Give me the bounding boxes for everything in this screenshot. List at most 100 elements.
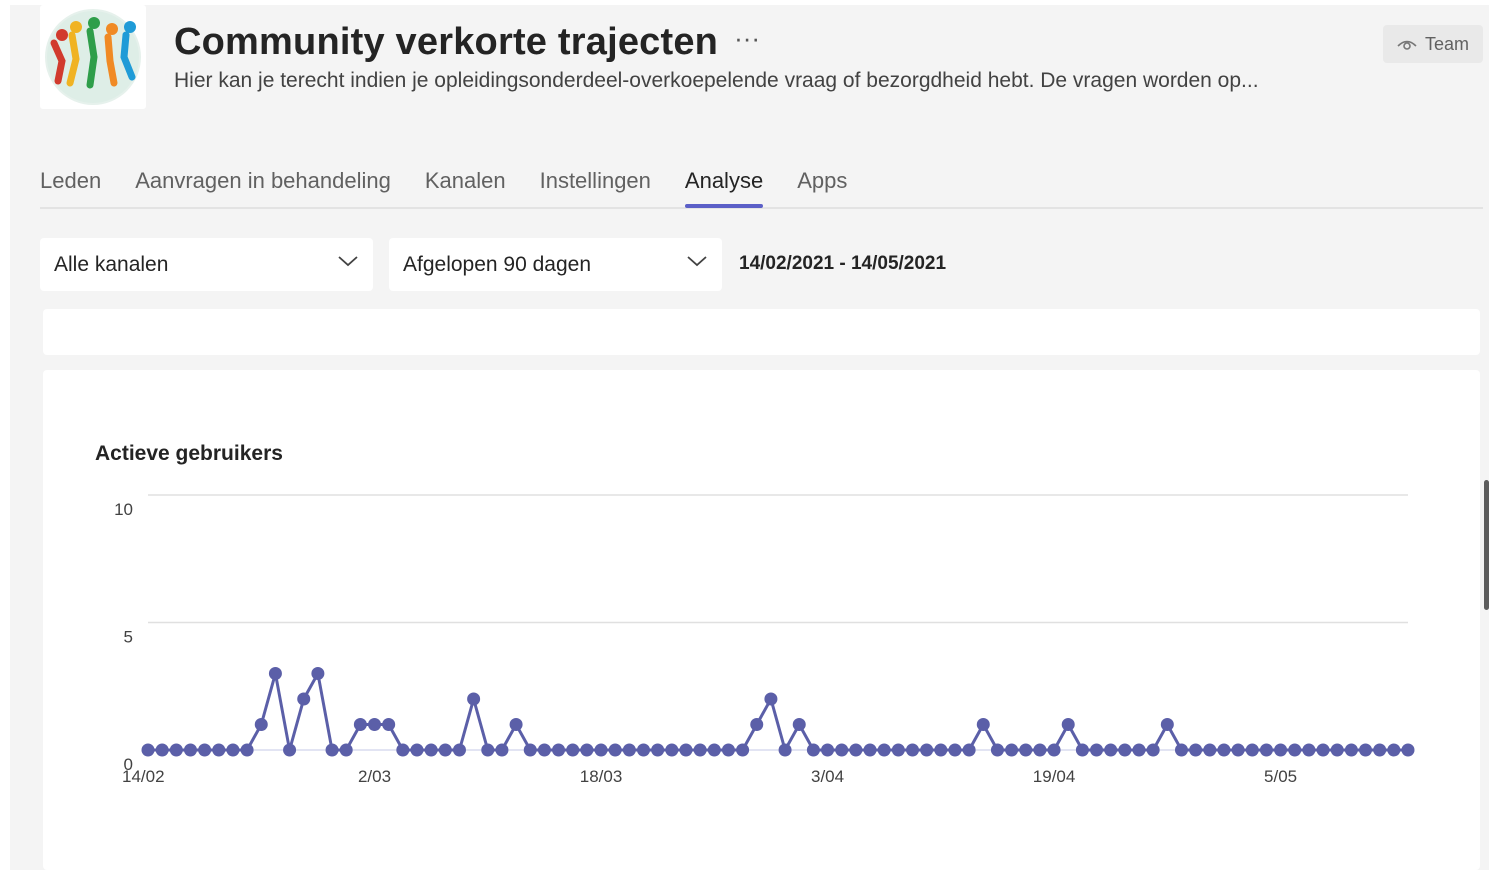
data-point bbox=[976, 718, 990, 731]
data-point bbox=[368, 718, 382, 731]
data-point bbox=[1259, 743, 1273, 757]
team-description: Hier kan je terecht indien je opleidings… bbox=[174, 69, 1259, 92]
data-point bbox=[835, 743, 849, 757]
data-point bbox=[339, 743, 353, 757]
data-point bbox=[1288, 743, 1302, 757]
data-point bbox=[905, 743, 919, 757]
data-point bbox=[212, 743, 226, 757]
data-point bbox=[750, 718, 764, 731]
data-point bbox=[1047, 743, 1061, 757]
tab-instellingen[interactable]: Instellingen bbox=[540, 163, 651, 207]
x-tick-label: 5/05 bbox=[1264, 767, 1297, 786]
data-point bbox=[821, 743, 835, 757]
data-point bbox=[226, 743, 240, 757]
data-point bbox=[254, 718, 268, 731]
channel-dropdown[interactable]: Alle kanalen bbox=[40, 238, 373, 291]
data-point bbox=[863, 743, 877, 757]
data-point bbox=[1203, 743, 1217, 757]
data-point bbox=[622, 743, 636, 757]
data-point bbox=[1075, 743, 1089, 757]
data-point bbox=[1019, 743, 1033, 757]
data-point bbox=[566, 743, 580, 757]
data-point bbox=[736, 743, 750, 757]
tab-aanvragen[interactable]: Aanvragen in behandeling bbox=[135, 163, 391, 207]
data-point bbox=[410, 743, 424, 757]
team-logo bbox=[40, 5, 146, 109]
team-badge-label: Team bbox=[1424, 33, 1469, 54]
data-point bbox=[495, 743, 509, 757]
data-point bbox=[1104, 743, 1118, 757]
data-point bbox=[990, 743, 1004, 757]
data-point bbox=[240, 743, 254, 757]
team-logo-image bbox=[45, 9, 141, 105]
more-options-icon[interactable]: ··· bbox=[734, 23, 760, 54]
data-point bbox=[1005, 743, 1019, 757]
data-point bbox=[509, 718, 523, 731]
tab-analyse[interactable]: Analyse bbox=[684, 163, 764, 208]
data-point bbox=[637, 743, 651, 757]
tab-kanalen[interactable]: Kanalen bbox=[425, 163, 506, 207]
data-point bbox=[608, 743, 622, 757]
data-point bbox=[1302, 743, 1316, 757]
data-point bbox=[1344, 743, 1358, 757]
data-point bbox=[877, 743, 891, 757]
chevron-down-icon bbox=[687, 256, 707, 267]
data-point bbox=[141, 743, 155, 757]
data-point bbox=[552, 743, 566, 757]
team-title: Community verkorte trajecten bbox=[174, 21, 719, 63]
data-point bbox=[962, 743, 976, 757]
data-point bbox=[198, 743, 212, 757]
data-point bbox=[452, 743, 466, 757]
data-point bbox=[311, 667, 325, 680]
data-point bbox=[169, 743, 183, 757]
data-point bbox=[1245, 743, 1259, 757]
x-tick-label: 3/04 bbox=[811, 767, 844, 786]
data-point bbox=[1174, 743, 1188, 757]
active-users-card: Actieve gebruikers 0 5 10 14/02 2/03 18/03 3/0… bbox=[43, 370, 1480, 870]
data-point bbox=[481, 743, 495, 757]
data-point bbox=[1231, 743, 1245, 757]
data-point bbox=[1160, 718, 1174, 731]
data-point bbox=[707, 743, 721, 757]
series-line bbox=[148, 672, 1408, 752]
data-point bbox=[1274, 743, 1288, 757]
page-scrollbar[interactable] bbox=[1484, 480, 1489, 610]
data-point bbox=[183, 743, 197, 757]
chevron-down-icon bbox=[338, 256, 358, 267]
data-point bbox=[580, 743, 594, 757]
date-range-label: 14/02/2021 - 14/05/2021 bbox=[739, 253, 947, 274]
data-point bbox=[1033, 743, 1047, 757]
data-point bbox=[382, 718, 396, 731]
data-point bbox=[1401, 743, 1415, 757]
tab-leden[interactable]: Leden bbox=[40, 163, 101, 207]
data-point bbox=[1132, 743, 1146, 757]
data-point bbox=[1189, 743, 1203, 757]
data-point bbox=[1146, 743, 1160, 757]
data-point bbox=[948, 743, 962, 757]
data-point bbox=[1359, 743, 1373, 757]
team-privacy-badge: Team bbox=[1382, 25, 1483, 63]
tab-apps[interactable]: Apps bbox=[797, 163, 847, 207]
data-point bbox=[1373, 743, 1387, 757]
data-point bbox=[849, 743, 863, 757]
data-point bbox=[1090, 743, 1104, 757]
data-point bbox=[1217, 743, 1231, 757]
eye-icon bbox=[1397, 40, 1417, 50]
data-point bbox=[353, 718, 367, 731]
data-point bbox=[1316, 743, 1330, 757]
team-tabs: Leden Aanvragen in behandeling Kanalen I… bbox=[40, 163, 1483, 209]
data-point bbox=[523, 743, 537, 757]
y-tick-label: 10 bbox=[114, 500, 133, 519]
x-tick-label: 18/03 bbox=[580, 767, 623, 786]
channel-dropdown-value: Alle kanalen bbox=[54, 252, 169, 276]
data-point bbox=[325, 743, 339, 757]
x-tick-label: 2/03 bbox=[358, 767, 391, 786]
data-point bbox=[268, 667, 282, 680]
data-point bbox=[665, 743, 679, 757]
data-point bbox=[297, 692, 311, 706]
data-point bbox=[934, 743, 948, 757]
data-point bbox=[1118, 743, 1132, 757]
period-dropdown[interactable]: Afgelopen 90 dagen bbox=[389, 238, 722, 291]
data-point bbox=[424, 743, 438, 757]
y-tick-label: 5 bbox=[124, 628, 133, 647]
